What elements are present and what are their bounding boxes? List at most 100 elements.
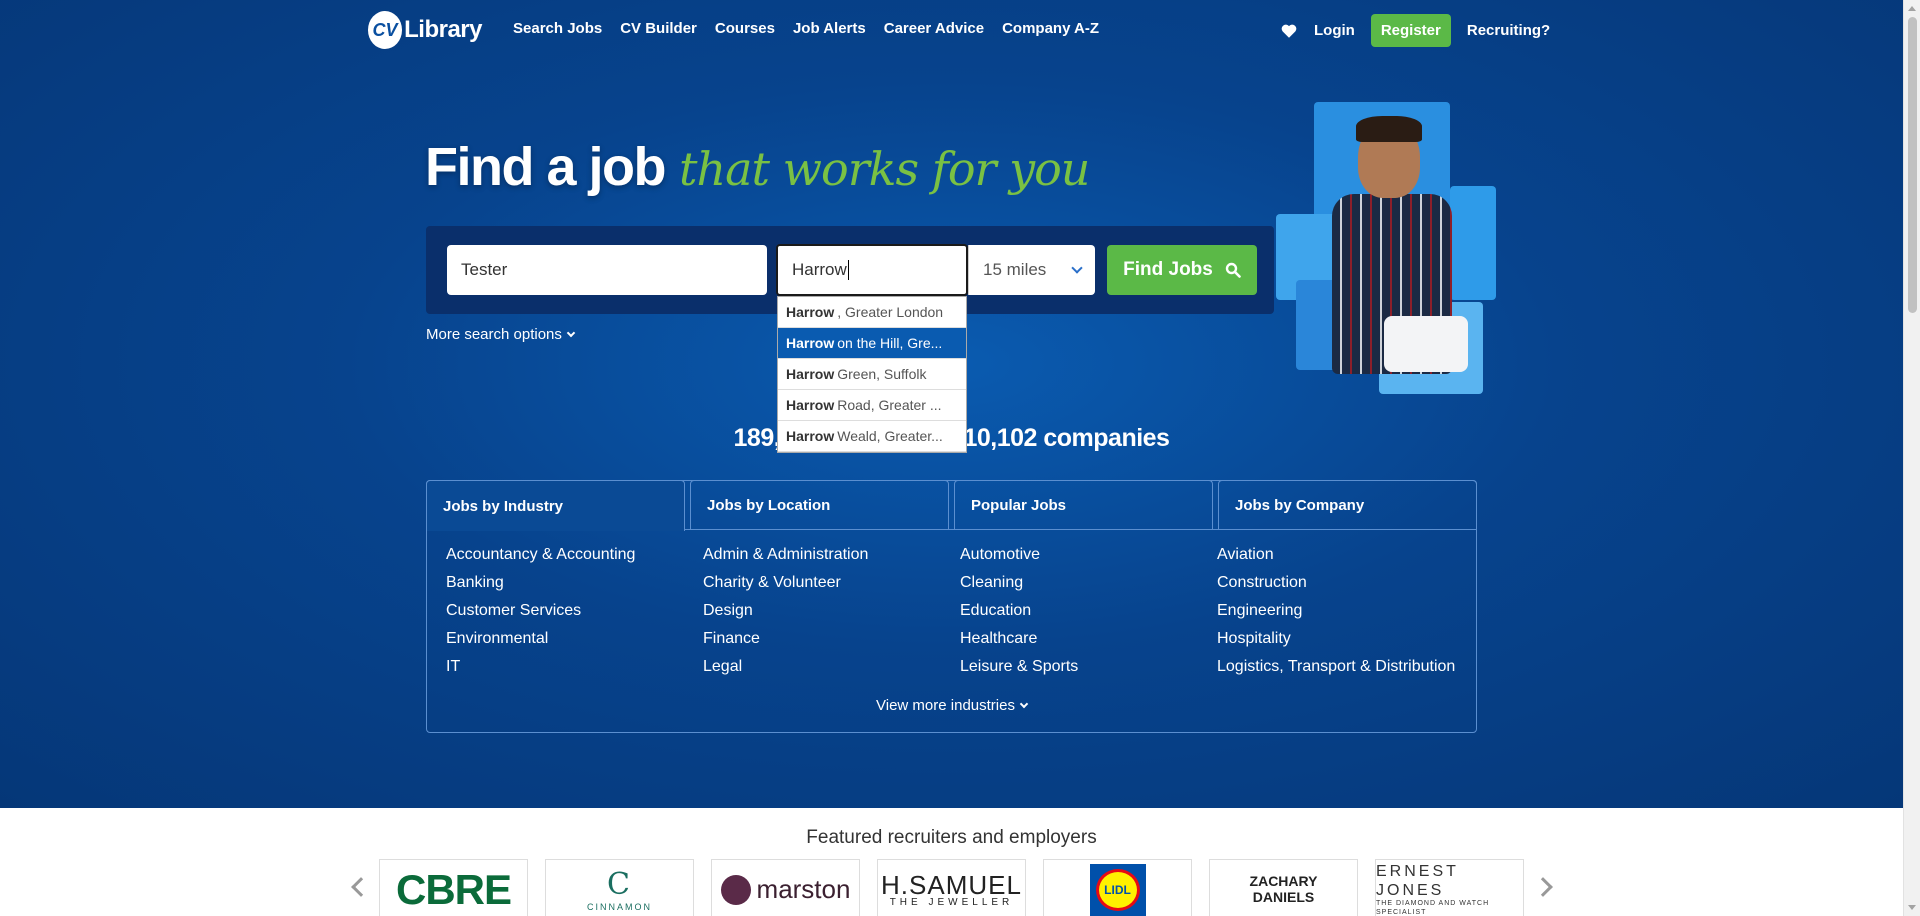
main-nav: Search Jobs CV Builder Courses Job Alert… xyxy=(513,20,1099,37)
chevron-down-icon xyxy=(566,328,576,337)
view-more-industries[interactable]: View more industries xyxy=(0,697,1903,714)
autocomplete-rest: on the Hill, Gre... xyxy=(837,335,943,351)
industry-link[interactable]: Customer Services xyxy=(446,602,703,622)
industry-link[interactable]: Environmental xyxy=(446,630,703,650)
logo-cbre[interactable]: CBRE xyxy=(379,859,528,916)
industry-link[interactable]: Banking xyxy=(446,574,703,594)
nav-courses[interactable]: Courses xyxy=(715,20,775,37)
industry-link[interactable]: Design xyxy=(703,602,960,622)
logo-lidl[interactable]: LIDL xyxy=(1043,859,1192,916)
nav-career-advice[interactable]: Career Advice xyxy=(884,20,984,37)
tab-divider xyxy=(685,529,1477,530)
autocomplete-option[interactable]: Harrow, Greater London xyxy=(778,297,966,328)
collage-tile xyxy=(1450,186,1496,300)
autocomplete-match: Harrow xyxy=(786,397,835,413)
autocomplete-rest: Road, Greater ... xyxy=(837,397,942,413)
carousel-next-icon[interactable] xyxy=(1533,877,1553,897)
find-jobs-button[interactable]: Find Jobs xyxy=(1107,245,1257,295)
keywords-input[interactable]: Tester xyxy=(447,245,767,295)
autocomplete-option[interactable]: Harrow on the Hill, Gre... xyxy=(778,328,966,359)
industry-link[interactable]: Automotive xyxy=(960,546,1217,566)
industry-link[interactable]: Education xyxy=(960,602,1217,622)
hero-photo-collage xyxy=(1276,102,1496,394)
headline-script: that works for you xyxy=(678,142,1090,196)
industry-link[interactable]: Leisure & Sports xyxy=(960,658,1217,678)
nav-cv-builder[interactable]: CV Builder xyxy=(620,20,697,37)
scroll-down-icon[interactable] xyxy=(1908,905,1916,910)
industry-link[interactable]: Construction xyxy=(1217,574,1474,594)
search-icon xyxy=(1225,262,1241,278)
cinnamon-wordmark: CINNAMON xyxy=(587,902,652,912)
more-search-options[interactable]: More search options xyxy=(426,326,576,343)
industry-link[interactable]: Healthcare xyxy=(960,630,1217,650)
industry-link[interactable]: Finance xyxy=(703,630,960,650)
scrollbar-thumb[interactable] xyxy=(1908,17,1917,313)
marston-text: marston xyxy=(756,874,851,904)
distance-value: 15 miles xyxy=(983,260,1047,279)
lidl-text: LIDL xyxy=(1095,868,1140,911)
industry-link[interactable]: Logistics, Transport & Distribution xyxy=(1217,658,1474,678)
logo-zachary-daniels[interactable]: ZACHARY DANIELS xyxy=(1209,859,1358,916)
featured-logos: CBRE C CINNAMON marston H.SAMUEL THE JEW… xyxy=(379,859,1524,916)
cbre-wordmark: CBRE xyxy=(395,865,512,913)
autocomplete-option[interactable]: Harrow Green, Suffolk xyxy=(778,359,966,390)
autocomplete-rest: Weald, Greater... xyxy=(837,428,943,444)
autocomplete-option[interactable]: Harrow Weald, Greater... xyxy=(778,421,966,452)
autocomplete-rest: Green, Suffolk xyxy=(837,366,927,382)
autocomplete-option[interactable]: Harrow Road, Greater ... xyxy=(778,390,966,421)
logo-hsamuel[interactable]: H.SAMUEL THE JEWELLER xyxy=(877,859,1026,916)
scroll-up-icon[interactable] xyxy=(1908,6,1916,11)
register-button[interactable]: Register xyxy=(1370,14,1451,47)
nav-company-a-z[interactable]: Company A-Z xyxy=(1002,20,1099,37)
tab-jobs-by-location[interactable]: Jobs by Location xyxy=(690,480,949,530)
logo-text: Library xyxy=(404,16,482,43)
autocomplete-match: Harrow xyxy=(786,366,835,382)
logo-ernest-jones[interactable]: ERNEST JONES THE DIAMOND AND WATCH SPECI… xyxy=(1375,859,1524,916)
industry-link[interactable]: Legal xyxy=(703,658,960,678)
logo-cv-mark: CV xyxy=(368,11,403,49)
logo-marston[interactable]: marston xyxy=(711,859,860,916)
tab-popular-jobs[interactable]: Popular Jobs xyxy=(954,480,1213,530)
hero-headline: Find a job that works for you xyxy=(425,136,1090,198)
cv-library-logo[interactable]: CV Library xyxy=(368,8,482,52)
location-autocomplete: Harrow, Greater London Harrow on the Hill… xyxy=(777,296,967,453)
industry-link[interactable]: Engineering xyxy=(1217,602,1474,622)
chevron-down-icon xyxy=(1071,262,1083,274)
tab-jobs-by-industry[interactable]: Jobs by Industry xyxy=(426,480,685,531)
industry-link[interactable]: Charity & Volunteer xyxy=(703,574,960,594)
nav-job-alerts[interactable]: Job Alerts xyxy=(793,20,866,37)
distance-select[interactable]: 15 miles xyxy=(968,245,1095,295)
heart-icon[interactable] xyxy=(1280,22,1298,40)
industry-link[interactable]: Accountancy & Accounting xyxy=(446,546,703,566)
person-arm xyxy=(1384,316,1468,372)
marston-wordmark: marston xyxy=(720,874,851,905)
nav-search-jobs[interactable]: Search Jobs xyxy=(513,20,602,37)
headline-main: Find a job xyxy=(425,137,666,197)
recruiting-link[interactable]: Recruiting? xyxy=(1467,22,1550,39)
more-search-options-label: More search options xyxy=(426,326,562,343)
marston-emblem xyxy=(720,874,751,905)
industry-list: Accountancy & Accounting Admin & Administ… xyxy=(446,546,1474,678)
vertical-scrollbar[interactable] xyxy=(1903,0,1920,916)
lidl-emblem: LIDL xyxy=(1089,863,1146,916)
industry-link[interactable]: Aviation xyxy=(1217,546,1474,566)
carousel-prev-icon[interactable] xyxy=(351,877,371,897)
cinnamon-mark: C xyxy=(607,867,632,902)
industry-link[interactable]: IT xyxy=(446,658,703,678)
ernest-wordmark: ERNEST JONES xyxy=(1376,862,1459,900)
location-input[interactable]: Harrow xyxy=(776,244,968,296)
logo-cinnamon[interactable]: C CINNAMON xyxy=(545,859,694,916)
autocomplete-match: Harrow xyxy=(786,304,835,320)
industry-link[interactable]: Cleaning xyxy=(960,574,1217,594)
industry-link[interactable]: Admin & Administration xyxy=(703,546,960,566)
login-link[interactable]: Login xyxy=(1314,22,1355,39)
autocomplete-rest: , Greater London xyxy=(837,304,944,320)
person-hair xyxy=(1356,116,1422,142)
view-more-label: View more industries xyxy=(876,697,1015,714)
autocomplete-match: Harrow xyxy=(786,428,835,444)
tab-jobs-by-company[interactable]: Jobs by Company xyxy=(1218,480,1477,530)
industry-link[interactable]: Hospitality xyxy=(1217,630,1474,650)
location-value: Harrow xyxy=(792,260,847,279)
account-nav: Login Register Recruiting? xyxy=(1280,14,1550,47)
featured-title: Featured recruiters and employers xyxy=(806,827,1097,848)
